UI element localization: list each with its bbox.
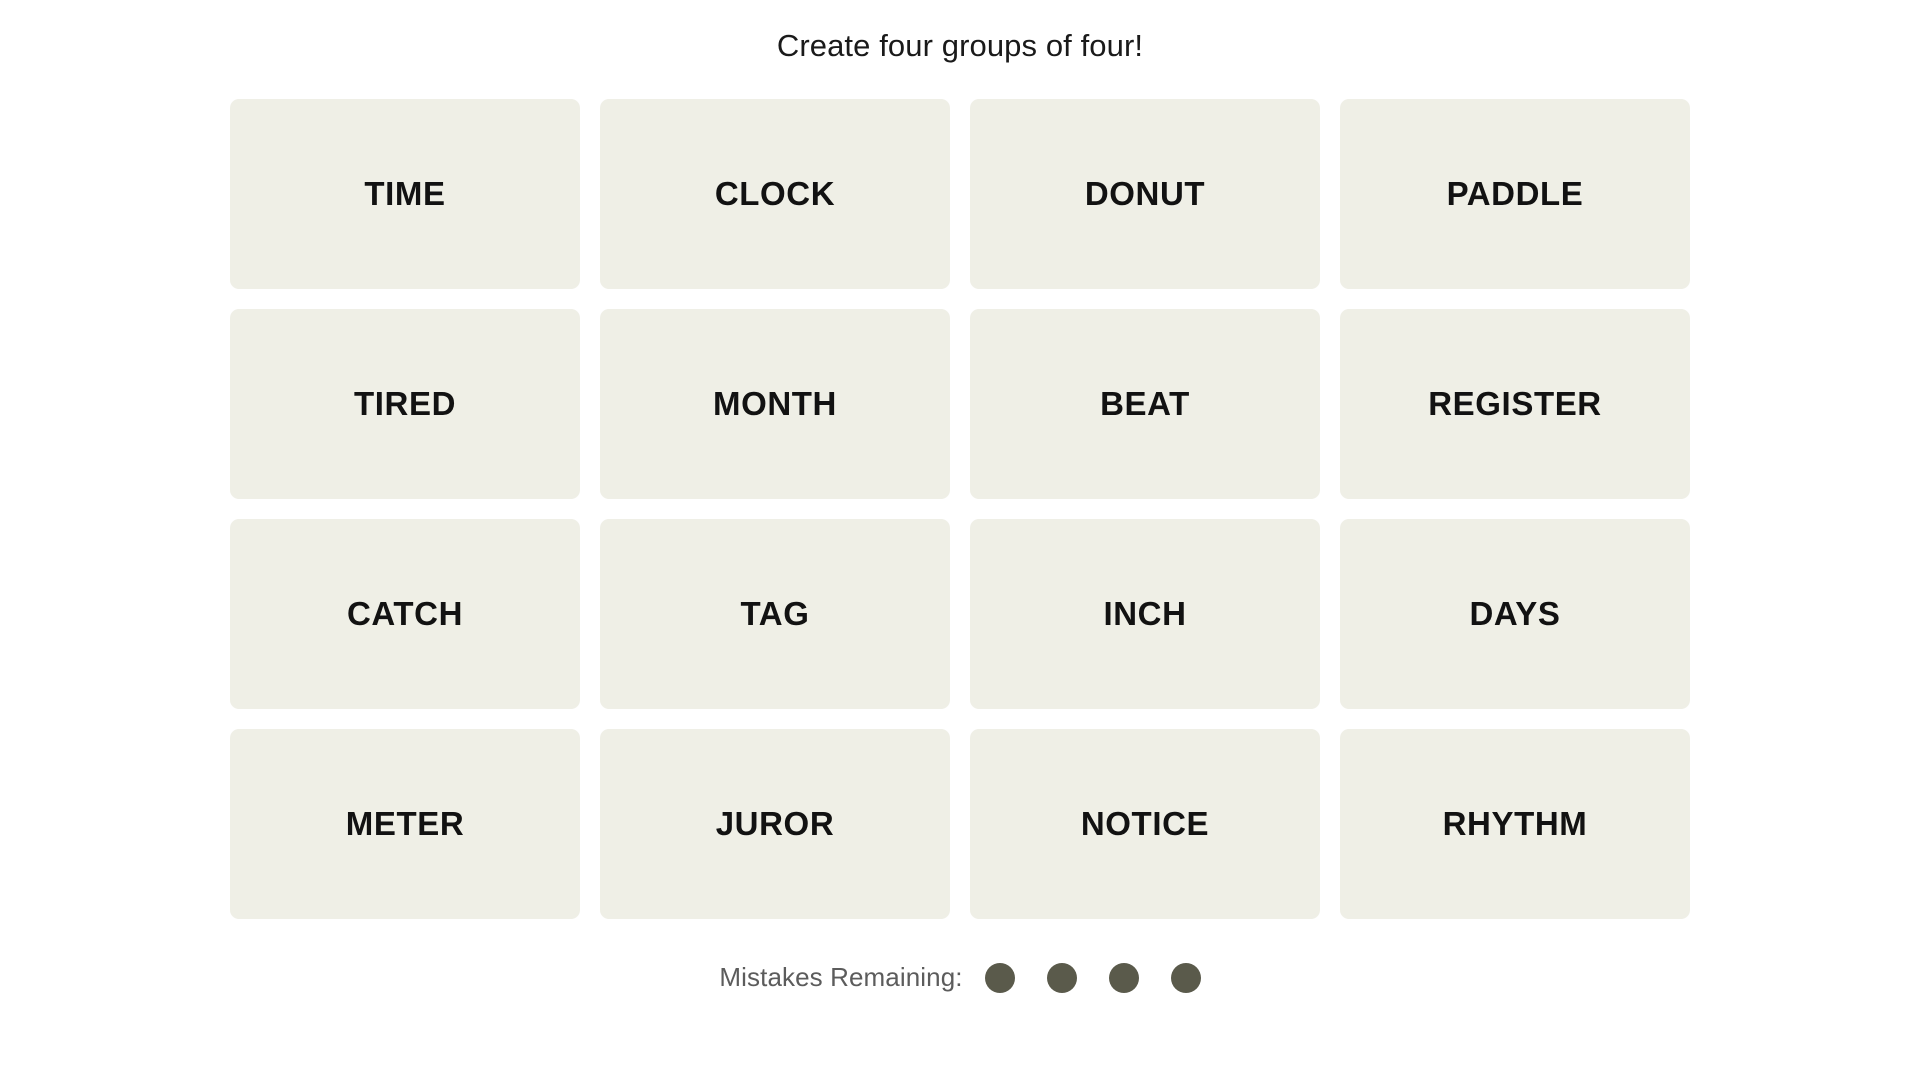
word-tile[interactable]: METER	[230, 729, 580, 920]
mistake-dot-icon	[984, 962, 1015, 993]
word-tile-label: PADDLE	[1446, 175, 1584, 213]
page-title: Create four groups of four!	[776, 28, 1144, 63]
word-tile[interactable]: TIRED	[230, 309, 580, 500]
word-tile[interactable]: INCH	[970, 519, 1320, 710]
word-tile[interactable]: REGISTER	[1340, 309, 1690, 500]
word-tile[interactable]: BEAT	[970, 309, 1320, 500]
word-tile-label: REGISTER	[1428, 385, 1602, 423]
mistake-dot-icon	[1046, 962, 1077, 993]
word-tile-label: MONTH	[713, 385, 837, 423]
word-tile-label: METER	[345, 805, 465, 843]
connections-game: Create four groups of four! TIME CLOCK D…	[0, 0, 1920, 1080]
word-tile[interactable]: TAG	[600, 519, 950, 710]
mistakes-remaining: Mistakes Remaining:	[719, 962, 1201, 993]
word-tile[interactable]: JUROR	[600, 729, 950, 920]
word-tile[interactable]: MONTH	[600, 309, 950, 500]
word-tile[interactable]: TIME	[230, 99, 580, 290]
word-tile-label: NOTICE	[1080, 805, 1210, 843]
word-tile-label: INCH	[1103, 595, 1187, 633]
mistake-dot-icon	[1108, 962, 1139, 993]
word-tile[interactable]: DONUT	[970, 99, 1320, 290]
word-tile-label: TIRED	[354, 385, 456, 423]
word-tile[interactable]: CLOCK	[600, 99, 950, 290]
mistakes-dot-list	[984, 962, 1201, 993]
word-tile-label: TAG	[740, 595, 810, 633]
word-tile-label: DAYS	[1469, 595, 1561, 633]
word-tile[interactable]: PADDLE	[1340, 99, 1690, 290]
word-tile[interactable]: CATCH	[230, 519, 580, 710]
word-tile-label: CLOCK	[714, 175, 836, 213]
word-tile-label: RHYTHM	[1442, 805, 1588, 843]
word-tile-label: BEAT	[1100, 385, 1190, 423]
mistakes-remaining-label: Mistakes Remaining:	[719, 962, 963, 993]
word-tile[interactable]: RHYTHM	[1340, 729, 1690, 920]
word-tile[interactable]: NOTICE	[970, 729, 1320, 920]
word-tile-label: TIME	[364, 175, 446, 213]
mistake-dot-icon	[1170, 962, 1201, 993]
tile-grid: TIME CLOCK DONUT PADDLE TIRED MONTH BEAT…	[230, 99, 1690, 920]
word-tile-label: CATCH	[346, 595, 464, 633]
word-tile-label: JUROR	[715, 805, 835, 843]
word-tile[interactable]: DAYS	[1340, 519, 1690, 710]
word-tile-label: DONUT	[1084, 175, 1206, 213]
